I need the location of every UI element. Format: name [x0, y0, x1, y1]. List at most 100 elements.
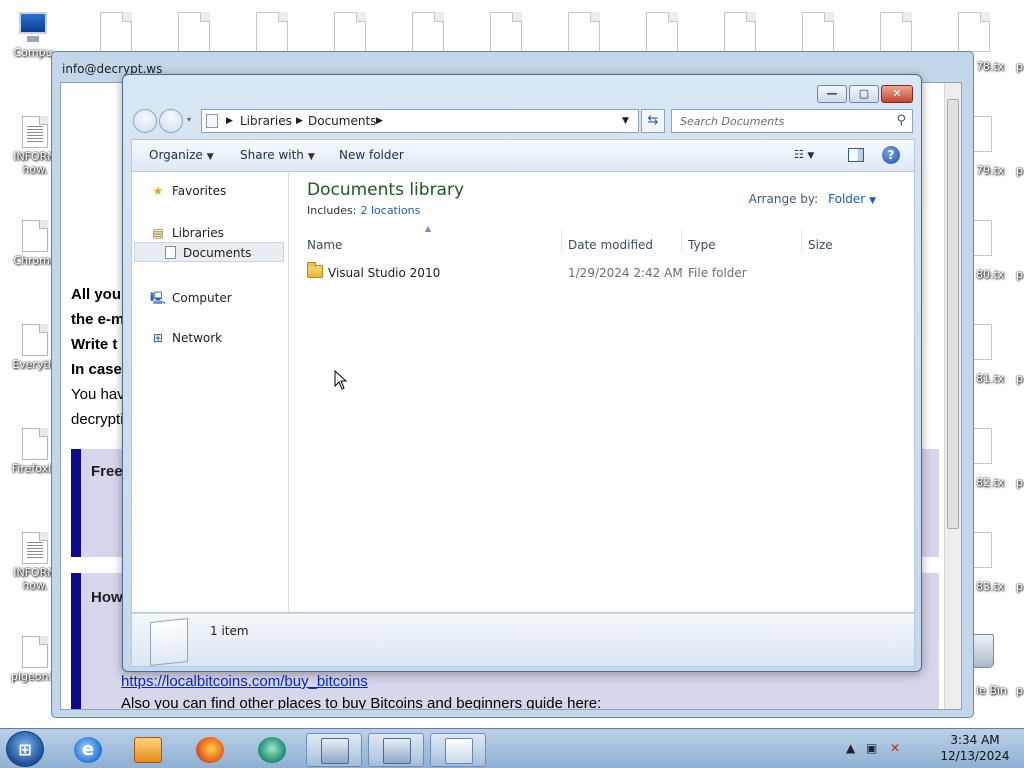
desktop-icon-label: 78.tx: [976, 60, 1005, 73]
clock-date[interactable]: 12/13/2024: [940, 749, 1010, 763]
navigation-pane: ★ Favorites ▤ Libraries Documents 🖳 Compute…: [131, 171, 289, 613]
column-header-name[interactable]: Name: [307, 238, 342, 252]
share-with-menu[interactable]: Share with ▼: [240, 148, 315, 162]
taskbar-explorer[interactable]: [430, 733, 486, 767]
taskbar-window-2[interactable]: [368, 733, 424, 767]
file-type: File folder: [688, 266, 747, 280]
note-also-text: Also you can find other places to buy Bi…: [121, 695, 602, 710]
file-list-pane[interactable]: Documents library Includes: 2 locations A…: [289, 171, 915, 613]
clock-time[interactable]: 3:34 AM: [940, 733, 1010, 747]
app-globe-icon: [258, 737, 286, 763]
column-header-size[interactable]: Size: [808, 238, 833, 252]
internet-explorer-icon: e: [74, 737, 102, 763]
search-icon[interactable]: ⚲: [896, 113, 906, 128]
computer-icon: [15, 10, 51, 44]
maximize-button[interactable]: ▢: [849, 85, 879, 103]
file-icon[interactable]: [646, 12, 678, 52]
library-title: Documents library: [307, 180, 465, 200]
recent-pages-arrow-icon[interactable]: ▾: [187, 115, 191, 124]
back-button[interactable]: [133, 109, 157, 133]
item-count: 1 item: [210, 624, 249, 638]
chevron-down-icon: ▼: [307, 152, 315, 162]
start-button[interactable]: ⊞: [6, 731, 44, 767]
desktop-icon-label: p: [1016, 164, 1023, 177]
address-bar[interactable]: ▶ Libraries ▶ Documents ▶ ▼: [201, 109, 639, 133]
nav-item-label: Network: [172, 331, 223, 345]
column-header-type[interactable]: Type: [688, 238, 716, 252]
nav-item-documents[interactable]: Documents: [134, 242, 284, 262]
refresh-button[interactable]: ⇆: [641, 109, 665, 133]
star-icon: ★: [152, 184, 164, 198]
file-icon[interactable]: [958, 12, 990, 52]
file-icon: [22, 324, 48, 356]
desktop-icon-label: 82.tx: [976, 476, 1005, 489]
nav-item-network[interactable]: ⊞ Network: [150, 331, 222, 345]
breadcrumb-arrow-icon[interactable]: ▶: [296, 116, 303, 126]
help-icon[interactable]: ?: [882, 146, 900, 164]
arrange-by: Arrange by: Folder ▼: [749, 192, 876, 206]
new-folder-button[interactable]: New folder: [339, 148, 404, 162]
nav-item-libraries[interactable]: ▤ Libraries: [150, 226, 224, 240]
includes-label: Includes:: [307, 204, 357, 217]
file-icon[interactable]: [880, 12, 912, 52]
file-icon[interactable]: [412, 12, 444, 52]
chevron-down-icon: ▼: [869, 196, 876, 206]
search-input[interactable]: Search Documents ⚲: [671, 109, 913, 133]
close-button[interactable]: ✕: [881, 85, 913, 103]
nav-item-computer[interactable]: 🖳 Computer: [150, 289, 232, 310]
taskbar-firefox[interactable]: [182, 733, 238, 767]
organize-menu[interactable]: Organize ▼: [149, 148, 214, 162]
column-header-date-modified[interactable]: Date modified: [568, 238, 653, 252]
note-scrollbar[interactable]: [944, 83, 961, 709]
file-icon[interactable]: [178, 12, 210, 52]
document-icon: [22, 116, 48, 148]
taskbar-internet-explorer[interactable]: e: [60, 733, 116, 767]
address-dropdown-icon[interactable]: ▼: [622, 116, 629, 126]
breadcrumb-arrow-icon[interactable]: ▶: [226, 116, 233, 126]
file-icon[interactable]: [568, 12, 600, 52]
note-line: You hav: [71, 386, 125, 403]
taskbar-app-green[interactable]: [244, 733, 300, 767]
chevron-down-icon: ▼: [206, 152, 214, 162]
note-box-heading: How: [91, 589, 123, 606]
arrange-by-dropdown[interactable]: Folder ▼: [828, 192, 876, 206]
buy-bitcoins-link[interactable]: https://localbitcoins.com/buy_bitcoins: [121, 673, 368, 690]
file-icon[interactable]: [802, 12, 834, 52]
desktop-icon-label: 79.tx: [976, 164, 1005, 177]
computer-icon: 🖳: [150, 291, 167, 305]
breadcrumb-libraries[interactable]: Libraries: [240, 114, 292, 128]
file-icon[interactable]: [724, 12, 756, 52]
network-status-icon[interactable]: ▣: [866, 741, 877, 755]
file-icon[interactable]: [334, 12, 366, 52]
desktop-icon-label: 80.tx: [976, 268, 1005, 281]
nav-item-label: Libraries: [172, 226, 224, 240]
file-date-modified: 1/29/2024 2:42 AM: [568, 266, 683, 280]
minimize-button[interactable]: —: [817, 85, 847, 103]
file-icon: [22, 428, 48, 460]
file-icon[interactable]: [490, 12, 522, 52]
note-scrollbar-thumb[interactable]: [947, 99, 959, 529]
volume-muted-icon[interactable]: ✕: [890, 741, 900, 755]
forward-button[interactable]: [159, 109, 183, 133]
preview-pane-icon[interactable]: [848, 148, 864, 162]
taskbar-media-player[interactable]: [120, 733, 176, 767]
desktop-icon-label: p: [1016, 684, 1023, 697]
folder-icon: [307, 262, 323, 278]
locations-link[interactable]: 2 locations: [360, 204, 420, 217]
breadcrumb-arrow-icon[interactable]: ▶: [376, 116, 383, 126]
explorer-window[interactable]: — ▢ ✕ ▾ ▶ Libraries ▶ Documents ▶ ▼ ⇆ Se…: [122, 74, 922, 672]
nav-item-favorites[interactable]: ★ Favorites: [150, 184, 227, 198]
media-player-icon: [134, 737, 162, 763]
documents-library-icon: [150, 618, 188, 666]
view-options-icon[interactable]: ☷ ▼: [794, 148, 814, 161]
firefox-icon: [196, 737, 224, 763]
desktop-icon-label: le Bin: [976, 684, 1007, 697]
note-box-heading: Free: [91, 463, 123, 480]
arrange-label: Arrange by:: [748, 192, 819, 206]
file-icon[interactable]: [100, 12, 132, 52]
breadcrumb-documents[interactable]: Documents: [308, 114, 376, 128]
file-icon[interactable]: [256, 12, 288, 52]
note-line: Write t: [71, 336, 118, 353]
show-hidden-icons-icon[interactable]: ▲: [846, 741, 855, 755]
taskbar-window-1[interactable]: [306, 733, 362, 767]
